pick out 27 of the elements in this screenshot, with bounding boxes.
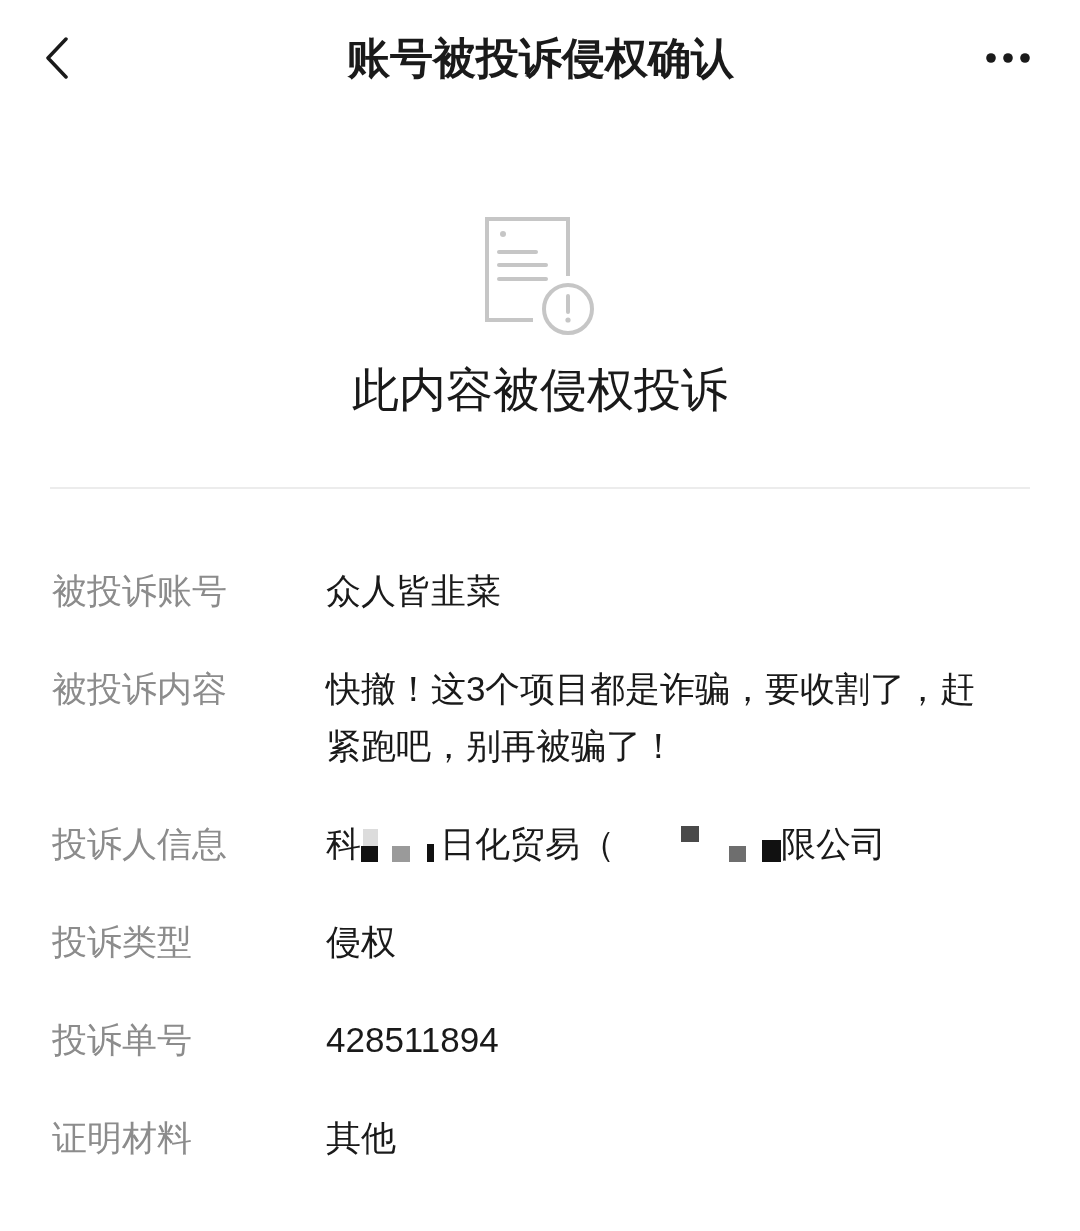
value-text: 侵权 (326, 921, 397, 963)
more-button[interactable] (986, 52, 1030, 63)
back-button[interactable] (45, 36, 69, 79)
more-icon (986, 52, 1030, 63)
notice-heading: 此内容被侵权投诉 (352, 362, 728, 418)
redaction-block-icon (681, 825, 699, 842)
value-text: 科 (326, 823, 361, 865)
field-label: 投诉人信息 (52, 823, 228, 865)
redaction-block-icon (762, 839, 781, 862)
redaction-block-icon (363, 828, 378, 846)
page-title: 账号被投诉侵权确认 (346, 32, 734, 84)
back-icon (45, 36, 69, 79)
value-text: 快撤！这3个项目都是诈骗，要收割了，赶紧跑吧，别再被骗了！ (326, 668, 977, 767)
redaction-block-icon (729, 845, 746, 862)
document-warning-icon (484, 216, 596, 336)
field-label: 投诉单号 (52, 1019, 193, 1061)
field-label: 被投诉内容 (52, 668, 228, 710)
field-label: 被投诉账号 (52, 570, 228, 612)
value-text: 限公司 (781, 823, 886, 865)
redaction-block-icon (427, 843, 434, 862)
value-text: 众人皆韭菜 (326, 570, 502, 612)
field-label: 证明材料 (52, 1117, 193, 1159)
redaction-block-icon (392, 845, 410, 862)
value-text: 428511894 (326, 1019, 500, 1061)
field-label: 投诉类型 (52, 921, 193, 963)
value-text: 日化贸易（ (440, 823, 615, 865)
value-text: 其他 (326, 1117, 397, 1159)
